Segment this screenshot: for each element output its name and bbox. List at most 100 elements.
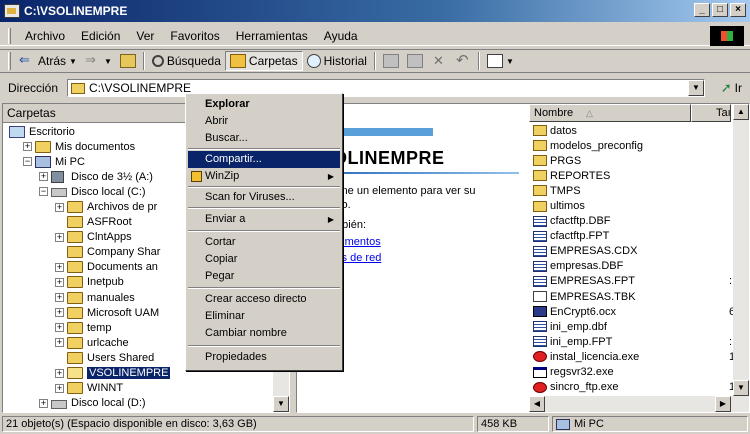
tree-item-label: VSOLINEMPRE bbox=[87, 367, 171, 380]
list-item[interactable]: REPORTES bbox=[529, 168, 731, 183]
scroll-left-button[interactable]: ◀ bbox=[529, 396, 545, 412]
list-item[interactable]: ini_emp.dbf bbox=[529, 319, 731, 334]
list-item[interactable]: modelos_preconfig bbox=[529, 138, 731, 153]
search-button[interactable]: Búsqueda bbox=[148, 51, 225, 71]
list-item[interactable]: sincro_ftp.exe1 bbox=[529, 380, 735, 395]
context-menu-item[interactable]: Buscar... bbox=[188, 130, 340, 147]
context-menu-item[interactable]: Eliminar bbox=[188, 308, 340, 325]
address-input[interactable]: C:\VSOLINEMPRE ▼ bbox=[67, 79, 705, 97]
address-dropdown-button[interactable]: ▼ bbox=[688, 80, 704, 96]
go-button[interactable]: ➚ Ir bbox=[721, 80, 742, 96]
context-menu-item[interactable]: Copiar bbox=[188, 251, 340, 268]
list-scrollbar-vertical[interactable]: ▲ ▼ bbox=[733, 104, 749, 396]
expand-icon[interactable]: + bbox=[23, 142, 32, 152]
expand-icon[interactable]: + bbox=[55, 323, 64, 333]
menu-favoritos[interactable]: Favoritos bbox=[162, 29, 227, 43]
list-item[interactable]: empresas.DBF bbox=[529, 259, 731, 274]
forward-button[interactable]: ▼ bbox=[81, 51, 116, 71]
history-button[interactable]: Historial bbox=[303, 51, 371, 71]
list-item[interactable]: EMPRESAS.CDX bbox=[529, 244, 731, 259]
chevron-down-icon[interactable]: ▼ bbox=[104, 57, 112, 66]
list-item[interactable]: ultimos bbox=[529, 198, 731, 213]
file-icon bbox=[533, 351, 547, 363]
context-menu-item[interactable]: WinZip ▶ bbox=[188, 168, 340, 185]
winzip-icon bbox=[191, 171, 202, 182]
copy-to-button[interactable] bbox=[403, 51, 427, 71]
context-menu-item[interactable]: Explorar bbox=[188, 96, 340, 113]
list-item[interactable]: cfactftp.FPT bbox=[529, 229, 731, 244]
back-button[interactable]: Atrás ▼ bbox=[15, 51, 81, 71]
menu-ayuda[interactable]: Ayuda bbox=[316, 29, 366, 43]
views-button[interactable]: ▼ bbox=[483, 51, 518, 71]
expand-icon[interactable]: + bbox=[55, 293, 64, 303]
history-icon bbox=[306, 54, 321, 68]
chevron-down-icon[interactable]: ▼ bbox=[69, 57, 77, 66]
column-size[interactable]: Taı bbox=[691, 104, 731, 122]
expand-icon[interactable]: + bbox=[55, 308, 64, 318]
toolbar-grip[interactable] bbox=[8, 52, 11, 70]
list-item-name: ini_emp.FPT bbox=[550, 335, 613, 348]
list-item[interactable]: datos bbox=[529, 123, 731, 138]
toolbar-separator bbox=[477, 52, 480, 70]
expand-icon[interactable]: + bbox=[55, 262, 64, 272]
folder-icon bbox=[67, 351, 83, 364]
expand-icon[interactable]: + bbox=[55, 202, 64, 212]
context-menu-item[interactable]: Propiedades bbox=[188, 349, 340, 366]
scroll-right-button[interactable]: ▶ bbox=[715, 396, 731, 412]
maximize-button[interactable]: □ bbox=[712, 3, 728, 17]
menu-ver[interactable]: Ver bbox=[128, 29, 162, 43]
context-menu-item[interactable]: Enviar a ▶ bbox=[188, 211, 340, 228]
list-item[interactable]: ini_emp.FPT: bbox=[529, 334, 732, 349]
list-item[interactable]: PRGS bbox=[529, 153, 731, 168]
expand-icon[interactable]: + bbox=[39, 172, 48, 182]
list-item[interactable]: regsvr32.exe bbox=[529, 365, 731, 380]
list-item[interactable]: TMPS bbox=[529, 183, 731, 198]
context-menu-item[interactable]: Scan for Viruses... bbox=[188, 189, 340, 206]
minimize-button[interactable]: _ bbox=[694, 3, 710, 17]
expand-icon[interactable]: + bbox=[55, 368, 64, 378]
expand-icon[interactable]: + bbox=[55, 277, 64, 287]
context-menu-item[interactable]: Cortar bbox=[188, 234, 340, 251]
list-scrollbar-horizontal[interactable]: ◀ ▶ bbox=[529, 396, 749, 412]
folders-button[interactable]: Carpetas bbox=[224, 51, 303, 71]
scroll-down-button[interactable]: ▼ bbox=[733, 380, 749, 396]
window-title: C:\VSOLINEMPRE bbox=[24, 4, 128, 18]
file-icon bbox=[533, 336, 547, 348]
list-item[interactable]: EMPRESAS.TBK bbox=[529, 289, 731, 304]
folder-icon bbox=[67, 216, 83, 229]
menubar-grip[interactable] bbox=[8, 27, 11, 44]
file-icon bbox=[533, 230, 547, 242]
context-menu-item[interactable]: Cambiar nombre bbox=[188, 325, 340, 342]
tree-item[interactable]: + WINNT bbox=[3, 381, 273, 396]
list-item[interactable]: cfactftp.DBF bbox=[529, 214, 731, 229]
expand-icon[interactable]: + bbox=[55, 338, 64, 348]
list-item[interactable]: EMPRESAS.FPT: bbox=[529, 274, 732, 289]
list-item[interactable]: instal_licencia.exe1: bbox=[529, 349, 738, 364]
menu-herramientas[interactable]: Herramientas bbox=[228, 29, 316, 43]
expand-icon[interactable]: + bbox=[55, 232, 64, 242]
tree-item[interactable]: +Disco local (E:) bbox=[3, 411, 273, 412]
context-menu-item[interactable]: Compartir... bbox=[188, 151, 340, 168]
column-name[interactable]: Nombre △ bbox=[529, 104, 691, 122]
file-icon bbox=[533, 260, 547, 272]
list-item[interactable]: EnCrypt6.ocx6 bbox=[529, 304, 735, 319]
context-menu-item[interactable]: Abrir bbox=[188, 113, 340, 130]
scroll-up-button[interactable]: ▲ bbox=[733, 104, 749, 120]
context-menu-item[interactable]: Crear acceso directo bbox=[188, 291, 340, 308]
close-button[interactable]: × bbox=[730, 3, 746, 17]
menu-archivo[interactable]: Archivo bbox=[17, 29, 73, 43]
undo-button[interactable] bbox=[451, 51, 475, 71]
up-folder-button[interactable] bbox=[116, 51, 140, 71]
delete-button[interactable] bbox=[427, 51, 451, 71]
context-menu-item[interactable]: Pegar bbox=[188, 268, 340, 285]
collapse-icon[interactable]: − bbox=[23, 157, 32, 167]
expand-icon[interactable]: + bbox=[39, 398, 48, 408]
menu-bar: Archivo Edición Ver Favoritos Herramient… bbox=[0, 26, 750, 46]
scroll-down-button[interactable]: ▼ bbox=[273, 396, 289, 412]
menu-edicion[interactable]: Edición bbox=[73, 29, 128, 43]
list-item-name: ini_emp.dbf bbox=[550, 320, 607, 333]
expand-icon[interactable]: + bbox=[55, 383, 64, 393]
collapse-icon[interactable]: − bbox=[39, 187, 48, 197]
tree-item[interactable]: + Disco local (D:) bbox=[3, 396, 273, 411]
move-to-button[interactable] bbox=[379, 51, 403, 71]
